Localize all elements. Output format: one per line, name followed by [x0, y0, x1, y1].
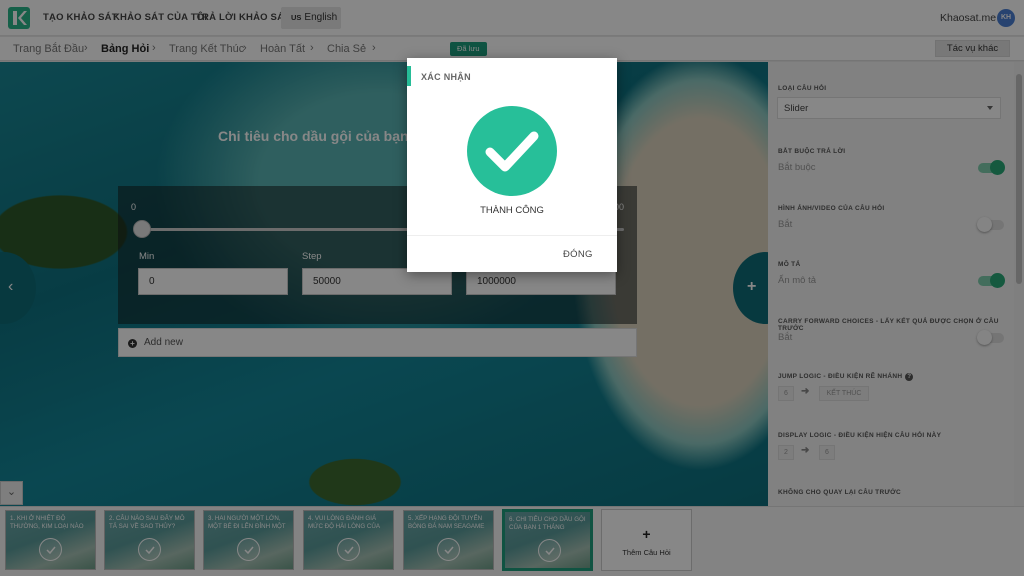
confirm-dialog: XÁC NHẬN THÀNH CÔNG ĐÓNG	[407, 58, 617, 272]
dialog-message: THÀNH CÔNG	[480, 205, 544, 216]
close-button[interactable]: ĐÓNG	[563, 249, 593, 260]
dialog-divider	[407, 235, 617, 236]
dialog-accent-bar	[407, 66, 411, 86]
success-check-icon	[467, 106, 557, 196]
dialog-title: XÁC NHẬN	[421, 72, 471, 82]
